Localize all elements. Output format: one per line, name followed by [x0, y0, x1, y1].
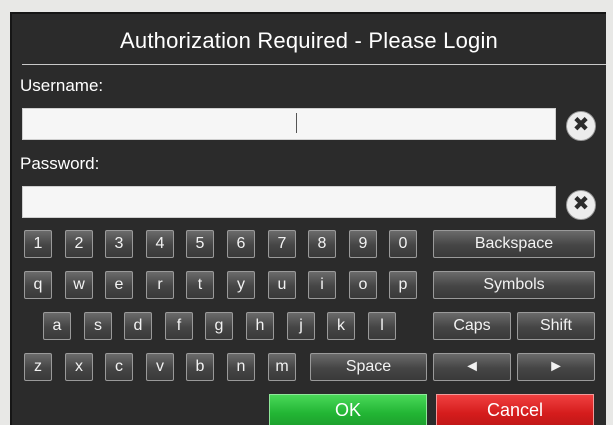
cursor-left-key[interactable]: ◄: [433, 353, 511, 381]
title-divider: [22, 64, 606, 65]
key-c[interactable]: c: [105, 353, 133, 381]
username-label: Username:: [20, 76, 104, 95]
key-r[interactable]: r: [146, 271, 174, 299]
key-y[interactable]: y: [227, 271, 255, 299]
key-w[interactable]: w: [65, 271, 93, 299]
key-q[interactable]: q: [24, 271, 52, 299]
cursor-right-key[interactable]: ►: [517, 353, 595, 381]
username-input[interactable]: [22, 108, 556, 140]
ok-button[interactable]: OK: [269, 394, 427, 425]
key-d[interactable]: d: [124, 312, 152, 340]
key-o[interactable]: o: [349, 271, 377, 299]
key-z[interactable]: z: [24, 353, 52, 381]
shift-key[interactable]: Shift: [517, 312, 595, 340]
caps-key[interactable]: Caps: [433, 312, 511, 340]
clear-username-icon[interactable]: ✖: [566, 111, 596, 141]
key-p[interactable]: p: [389, 271, 417, 299]
backspace-key[interactable]: Backspace: [433, 230, 595, 258]
key-6[interactable]: 6: [227, 230, 255, 258]
key-s[interactable]: s: [84, 312, 112, 340]
login-dialog: Authorization Required - Please Login Us…: [10, 12, 606, 425]
key-2[interactable]: 2: [65, 230, 93, 258]
key-0[interactable]: 0: [389, 230, 417, 258]
key-n[interactable]: n: [227, 353, 255, 381]
key-i[interactable]: i: [308, 271, 336, 299]
key-m[interactable]: m: [268, 353, 296, 381]
key-f[interactable]: f: [165, 312, 193, 340]
password-label: Password:: [20, 154, 100, 173]
key-u[interactable]: u: [268, 271, 296, 299]
key-9[interactable]: 9: [349, 230, 377, 258]
clear-password-icon[interactable]: ✖: [566, 190, 596, 220]
key-4[interactable]: 4: [146, 230, 174, 258]
cancel-button[interactable]: Cancel: [436, 394, 594, 425]
key-e[interactable]: e: [105, 271, 133, 299]
key-g[interactable]: g: [205, 312, 233, 340]
key-h[interactable]: h: [246, 312, 274, 340]
space-key[interactable]: Space: [310, 353, 427, 381]
key-8[interactable]: 8: [308, 230, 336, 258]
key-1[interactable]: 1: [24, 230, 52, 258]
key-x[interactable]: x: [65, 353, 93, 381]
key-t[interactable]: t: [186, 271, 214, 299]
key-b[interactable]: b: [186, 353, 214, 381]
password-input[interactable]: [22, 186, 556, 218]
key-7[interactable]: 7: [268, 230, 296, 258]
key-3[interactable]: 3: [105, 230, 133, 258]
key-k[interactable]: k: [327, 312, 355, 340]
key-l[interactable]: l: [368, 312, 396, 340]
key-v[interactable]: v: [146, 353, 174, 381]
dialog-title: Authorization Required - Please Login: [120, 28, 498, 53]
symbols-key[interactable]: Symbols: [433, 271, 595, 299]
key-a[interactable]: a: [43, 312, 71, 340]
key-j[interactable]: j: [287, 312, 315, 340]
key-5[interactable]: 5: [186, 230, 214, 258]
